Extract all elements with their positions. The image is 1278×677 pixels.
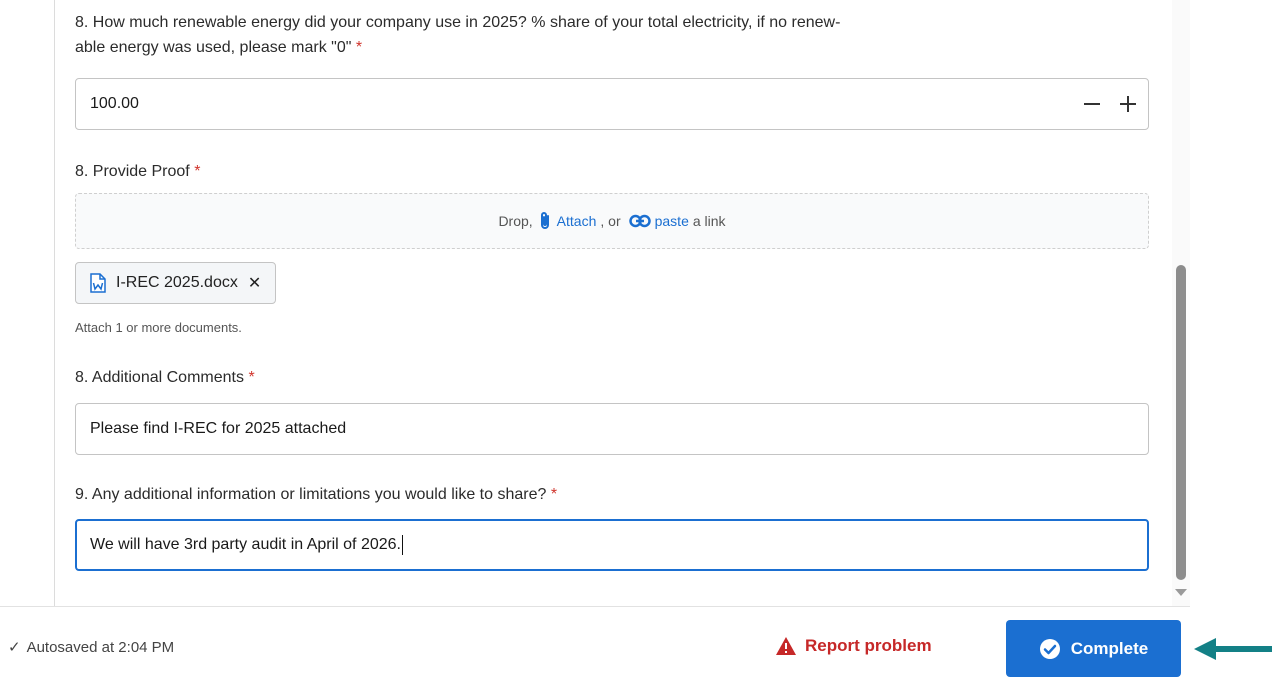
renewable-percent-input[interactable]: 100.00 — [75, 78, 1149, 130]
annotation-arrow-icon — [1194, 638, 1272, 660]
question-9-label: 9. Any additional information or limitat… — [75, 486, 558, 503]
complete-button[interactable]: Complete — [1006, 620, 1181, 677]
complete-label: Complete — [1070, 638, 1149, 658]
checkmark-icon: ✓ — [8, 639, 21, 656]
paperclip-icon — [540, 212, 549, 229]
text-caret — [401, 534, 403, 555]
required-marker: * — [355, 39, 363, 56]
additional-info-input[interactable]: We will have 3rd party audit in April of… — [75, 519, 1149, 571]
questionnaire-form: 8. How much renewable energy did your co… — [54, 0, 1173, 606]
additional-info-value: We will have 3rd party audit in April of… — [90, 536, 401, 553]
attach-link[interactable]: Attach — [557, 213, 597, 229]
additional-comments-value: Please find I-REC for 2025 attached — [90, 420, 347, 437]
scrollbar-thumb[interactable] — [1176, 265, 1186, 580]
link-icon — [628, 214, 651, 228]
quantity-stepper — [1082, 79, 1138, 129]
required-marker: * — [550, 486, 558, 503]
footer-divider — [0, 606, 1190, 607]
required-marker: * — [248, 369, 255, 386]
attachment-chip[interactable]: I-REC 2025.docx ✕ — [75, 262, 277, 304]
additional-comments-input[interactable]: Please find I-REC for 2025 attached — [75, 403, 1149, 455]
decrement-button[interactable] — [1082, 94, 1102, 114]
remove-attachment-icon[interactable]: ✕ — [248, 273, 261, 293]
autosave-status: ✓ Autosaved at 2:04 PM — [8, 638, 175, 657]
required-marker: * — [194, 163, 201, 180]
dropzone-link-text: a link — [692, 213, 726, 229]
file-dropzone[interactable]: Drop, Attach , or paste a link — [75, 193, 1149, 249]
increment-button[interactable] — [1118, 94, 1138, 114]
question-8-renewable-label: 8. How much renewable energy did your co… — [75, 14, 841, 56]
paste-link[interactable]: paste — [655, 213, 689, 229]
dropzone-drop-text: Drop, — [498, 213, 533, 229]
report-problem-label: Report problem — [805, 636, 932, 655]
check-circle-icon — [1039, 638, 1060, 659]
attachment-hint: Attach 1 or more documents. — [75, 320, 242, 335]
question-8-proof-label: 8. Provide Proof * — [75, 163, 201, 180]
scroll-down-arrow-icon[interactable] — [1175, 589, 1187, 596]
warning-triangle-icon — [776, 637, 796, 655]
dropzone-or-text: , or — [600, 213, 621, 229]
attachment-filename: I-REC 2025.docx — [116, 274, 238, 291]
renewable-percent-value: 100.00 — [90, 95, 139, 112]
report-problem-button[interactable]: Report problem — [775, 636, 932, 656]
question-8-comments-label: 8. Additional Comments * — [75, 369, 255, 386]
word-doc-icon — [90, 273, 106, 293]
autosave-text: Autosaved at 2:04 PM — [26, 638, 175, 656]
